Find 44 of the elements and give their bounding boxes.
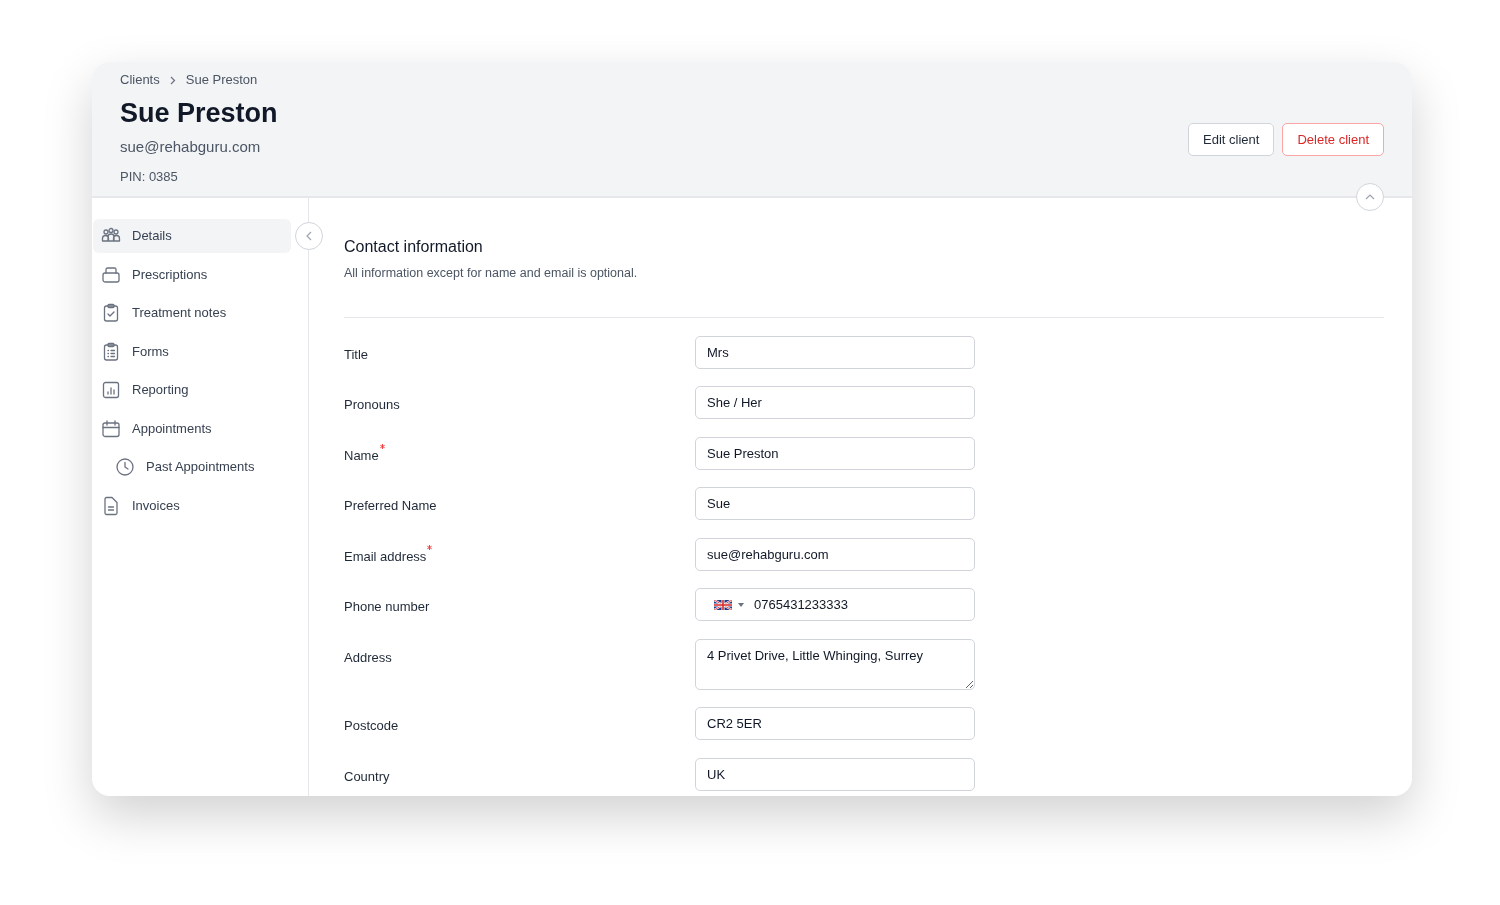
edit-button[interactable]: Edit client <box>1188 123 1275 156</box>
section-title: Contact information <box>344 237 484 257</box>
clipboard-check-icon <box>101 303 121 323</box>
client-pin: PIN: 0385 <box>120 167 179 186</box>
field-label: Name <box>344 436 695 466</box>
field-label: Pronouns <box>344 396 401 415</box>
breadcrumb-link[interactable]: Sue Preston <box>185 70 258 90</box>
document-icon <box>101 495 121 516</box>
required-icon <box>379 443 385 449</box>
delete-button[interactable]: Delete client <box>1282 123 1384 156</box>
field-label: Postcode <box>344 717 400 736</box>
section-description: All information except for name and email is optional. <box>344 265 639 282</box>
chevron-left-icon <box>306 231 312 241</box>
sidebar-item[interactable]: Details <box>93 219 291 253</box>
chart-icon <box>101 380 121 400</box>
clock-icon <box>115 457 135 477</box>
breadcrumb-link[interactable]: Clients <box>120 70 160 90</box>
client-email: sue@rehabguru.com <box>120 137 262 157</box>
field-label: Email address <box>344 537 695 567</box>
clipboard-list-icon <box>101 341 121 362</box>
tray-icon <box>101 264 121 285</box>
input-field[interactable]: sue@rehabguru.com <box>695 537 975 571</box>
input-field[interactable]: UK <box>695 757 975 791</box>
chevron-up-icon <box>1365 194 1375 200</box>
flag-icon <box>714 599 732 610</box>
caret-icon <box>738 602 744 607</box>
field-label: Address <box>344 648 393 667</box>
input-field[interactable]: She / Her <box>695 386 975 420</box>
collapse-sidebar-button[interactable] <box>295 222 323 250</box>
field-label: Preferred Name <box>344 497 438 516</box>
chevron-right-icon <box>169 75 176 85</box>
client-name: Sue Preston <box>120 97 278 129</box>
field-label: Country <box>344 767 391 786</box>
phone-field[interactable]: 0765431233333 <box>695 588 975 622</box>
input-field[interactable]: CR2 5ER <box>695 707 975 741</box>
field-label: Title <box>344 345 370 364</box>
input-field[interactable]: Sue Preston <box>695 436 975 470</box>
calendar-icon <box>101 418 121 439</box>
address-field[interactable]: 4 Privet Drive, Little Whinging, Surrey <box>695 638 975 690</box>
input-field[interactable]: Sue <box>695 487 975 521</box>
input-field[interactable]: Mrs <box>695 335 975 369</box>
collapse-header-button[interactable] <box>1356 183 1384 211</box>
field-label: Phone number <box>344 598 431 617</box>
required-icon <box>427 544 433 550</box>
